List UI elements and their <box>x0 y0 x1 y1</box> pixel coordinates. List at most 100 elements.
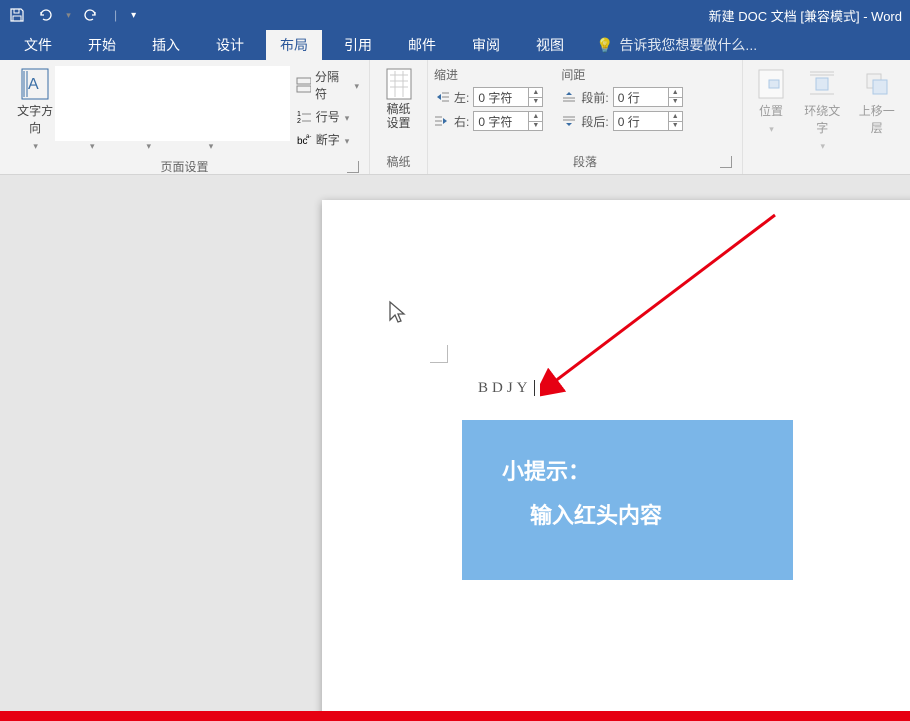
wrap-text-label: 环绕文字 <box>803 102 842 136</box>
bring-forward-label: 上移一层 <box>858 102 897 136</box>
spinner-up-icon[interactable]: ▲ <box>529 112 542 122</box>
hyphenation-icon: bca- <box>296 132 312 148</box>
tab-layout[interactable]: 布局 <box>266 29 322 61</box>
tab-references[interactable]: 引用 <box>330 29 386 61</box>
indent-right-icon <box>434 114 450 128</box>
spinner-down-icon[interactable]: ▼ <box>669 122 682 131</box>
spacing-after-spinner[interactable]: 0 行 ▲▼ <box>613 111 683 131</box>
position-icon <box>755 68 787 100</box>
lightbulb-icon: 💡 <box>596 37 613 54</box>
position-label: 位置 <box>759 102 783 119</box>
title-bar: | ▾ 新建 DOC 文档 [兼容模式] - Word <box>0 0 910 30</box>
spinner-down-icon[interactable]: ▼ <box>529 122 542 131</box>
bring-forward-icon <box>861 68 893 100</box>
hint-line1: 小提示： <box>502 450 753 494</box>
indent-header: 缩进 <box>434 66 543 83</box>
undo-dropdown-icon[interactable] <box>64 6 72 24</box>
hint-line2: 输入红头内容 <box>502 494 753 538</box>
spacing-after-value: 0 行 <box>618 113 640 130</box>
text-direction-label: 文字方向 <box>12 102 58 136</box>
tell-me-label: 告诉我您想要做什么... <box>619 35 757 55</box>
document-text[interactable]: BDJY <box>478 380 535 397</box>
manuscript-settings-button[interactable]: 稿纸 设置 <box>377 64 421 135</box>
spinner-up-icon[interactable]: ▲ <box>669 88 682 98</box>
line-numbers-button[interactable]: 12 行号 <box>296 108 359 125</box>
spacing-after-label: 段后: <box>581 113 608 130</box>
spacing-header: 间距 <box>561 66 682 83</box>
tab-home[interactable]: 开始 <box>74 29 130 61</box>
wrap-text-button: 环绕文字 <box>797 64 848 156</box>
svg-text:a-: a- <box>306 134 311 140</box>
manuscript-settings-label: 稿纸 设置 <box>386 102 410 131</box>
bring-forward-button: 上移一层 <box>852 64 903 140</box>
breaks-icon <box>296 77 311 93</box>
indent-right-value: 0 字符 <box>478 113 512 130</box>
tab-design[interactable]: 设计 <box>202 29 258 61</box>
dropdown-icon <box>344 110 350 124</box>
group-arrange: 位置 环绕文字 上移一层 <box>743 60 908 174</box>
bottom-red-bar <box>0 711 910 721</box>
svg-text:1: 1 <box>297 111 301 118</box>
tab-insert[interactable]: 插入 <box>138 29 194 61</box>
group-paragraph: 缩进 左: 0 字符 ▲▼ 右: 0 字符 ▲▼ <box>428 60 743 174</box>
wrap-text-icon <box>806 68 838 100</box>
customize-qat-icon[interactable]: ▾ <box>131 10 136 21</box>
spacing-before-label: 段前: <box>581 89 608 106</box>
margin-corner-mark <box>430 345 448 363</box>
breaks-button[interactable]: 分隔符 <box>296 68 359 102</box>
hyphenation-button[interactable]: bca- 断字 <box>296 131 359 148</box>
page[interactable]: BDJY 小提示： 输入红头内容 <box>322 200 910 711</box>
spinner-down-icon[interactable]: ▼ <box>529 98 542 107</box>
manuscript-icon <box>383 68 415 100</box>
line-numbers-label: 行号 <box>316 108 340 125</box>
dropdown-icon <box>768 121 774 135</box>
spacing-before-value: 0 行 <box>618 89 640 106</box>
tab-file[interactable]: 文件 <box>10 29 66 61</box>
indent-left-spinner[interactable]: 0 字符 ▲▼ <box>473 87 543 107</box>
spacing-after-icon <box>561 114 577 128</box>
hyphenation-label: 断字 <box>316 131 340 148</box>
watermark-brand: Baidu经验 <box>793 648 890 677</box>
tell-me-search[interactable]: 💡 告诉我您想要做什么... <box>596 35 757 55</box>
undo-icon[interactable] <box>36 6 54 24</box>
spinner-up-icon[interactable]: ▲ <box>529 88 542 98</box>
window-title: 新建 DOC 文档 [兼容模式] - Word <box>709 6 902 25</box>
dropdown-icon <box>344 133 350 147</box>
document-area: BDJY 小提示： 输入红头内容 <box>0 175 910 711</box>
watermark-url: jingyan.baidu.com <box>793 677 890 691</box>
manuscript-group-label: 稿纸 <box>376 151 421 172</box>
ribbon-tabs: 文件 开始 插入 设计 布局 引用 邮件 审阅 视图 💡 告诉我您想要做什么..… <box>0 30 910 60</box>
tab-review[interactable]: 审阅 <box>458 29 514 61</box>
watermark: Baidu经验 jingyan.baidu.com <box>793 648 890 691</box>
qat-separator: | <box>114 8 117 22</box>
tab-mailings[interactable]: 邮件 <box>394 29 450 61</box>
save-icon[interactable] <box>8 6 26 24</box>
redaction-patch <box>55 66 290 141</box>
cursor-pointer-icon <box>386 300 406 327</box>
spacing-before-icon <box>561 90 577 104</box>
paragraph-group-label: 段落 <box>573 155 597 169</box>
line-numbers-icon: 12 <box>296 109 312 125</box>
tab-view[interactable]: 视图 <box>522 29 578 61</box>
page-setup-launcher-icon[interactable] <box>347 161 359 173</box>
svg-text:2: 2 <box>297 118 301 125</box>
spacing-before-spinner[interactable]: 0 行 ▲▼ <box>613 87 683 107</box>
indent-left-label: 左: <box>454 89 469 106</box>
hint-box: 小提示： 输入红头内容 <box>462 420 793 580</box>
spinner-down-icon[interactable]: ▼ <box>669 98 682 107</box>
indent-left-value: 0 字符 <box>478 89 512 106</box>
spinner-up-icon[interactable]: ▲ <box>669 112 682 122</box>
dropdown-icon <box>819 138 825 152</box>
position-button: 位置 <box>749 64 793 139</box>
indent-right-label: 右: <box>454 113 469 130</box>
group-manuscript: 稿纸 设置 稿纸 <box>370 60 428 174</box>
quick-access-toolbar: | ▾ <box>8 6 136 24</box>
indent-right-spinner[interactable]: 0 字符 ▲▼ <box>473 111 543 131</box>
breaks-label: 分隔符 <box>315 68 349 102</box>
paragraph-launcher-icon[interactable] <box>720 156 732 168</box>
dropdown-icon <box>32 138 38 152</box>
redo-icon[interactable] <box>82 6 100 24</box>
indent-left-icon <box>434 90 450 104</box>
text-direction-icon: A <box>19 68 51 100</box>
svg-text:A: A <box>28 76 39 93</box>
